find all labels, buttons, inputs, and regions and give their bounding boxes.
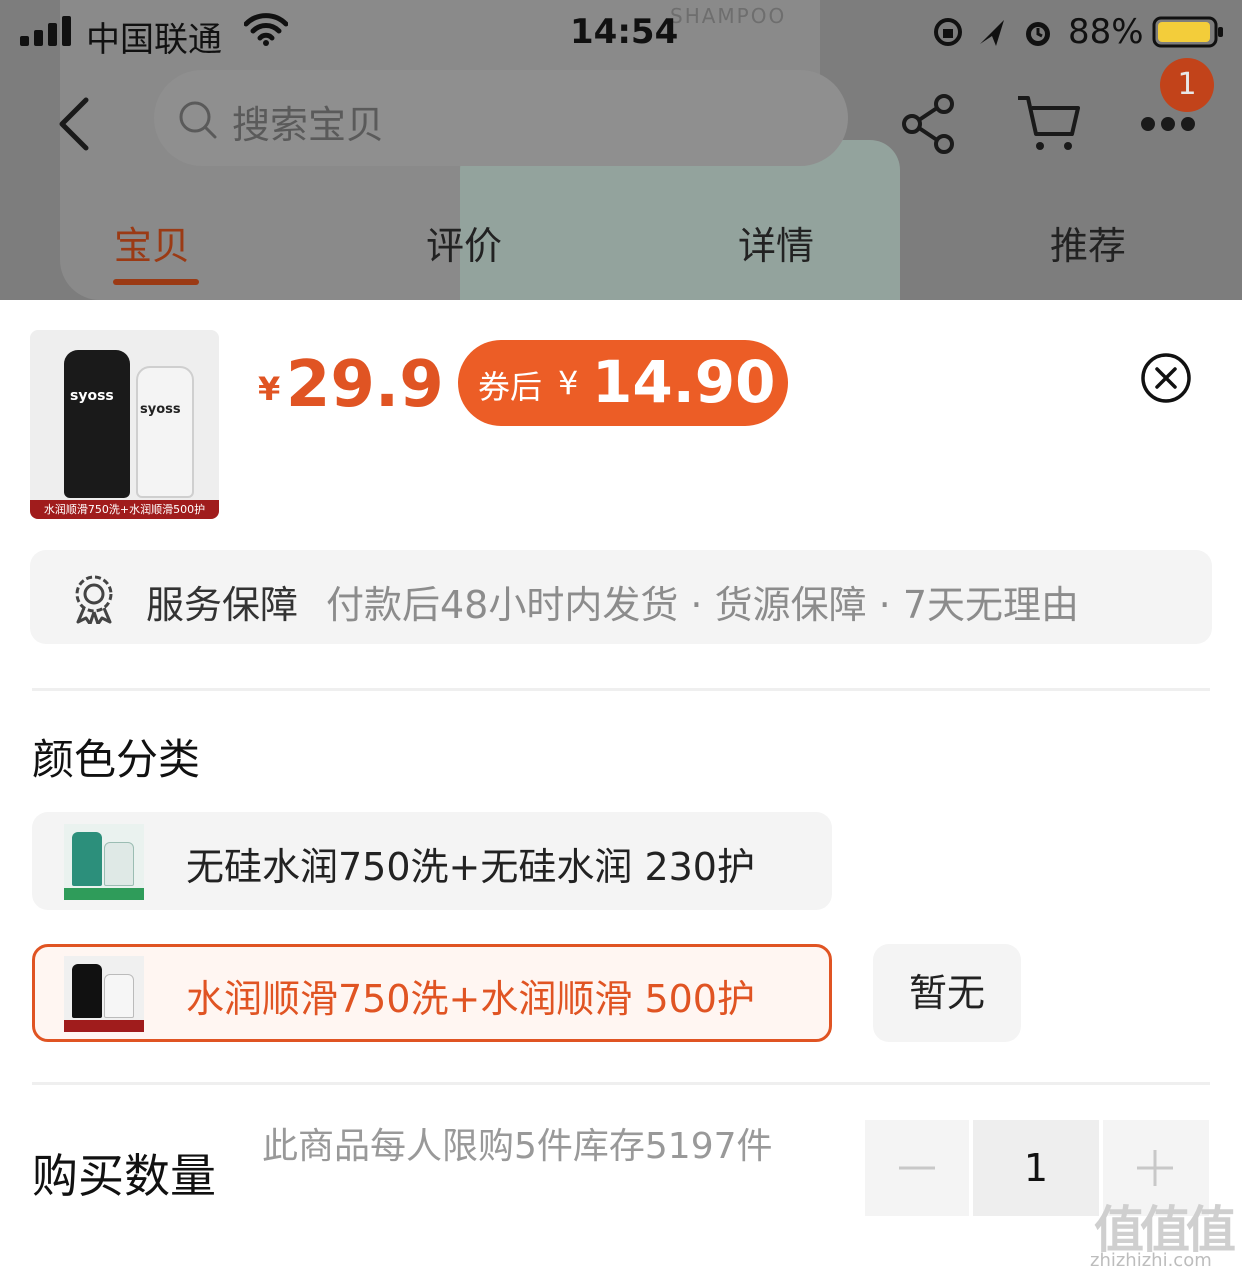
system-status-icons — [934, 18, 1050, 46]
decrease-quantity-button[interactable] — [865, 1120, 969, 1216]
service-details: 付款后48小时内发货 · 货源保障 · 7天无理由 — [326, 583, 1080, 627]
tab-baobei[interactable]: 宝贝 — [114, 215, 190, 270]
battery-icon — [1152, 16, 1223, 48]
carrier-name: 中国联通 — [86, 20, 222, 60]
search-icon — [179, 101, 217, 139]
color-option-silicone-free[interactable]: 无硅水润750洗+无硅水润 230护 — [32, 812, 832, 910]
tab-recommend[interactable]: 推荐 — [1050, 215, 1126, 270]
coupon-price-badge: 券后 ¥ 14.90 — [458, 340, 788, 426]
close-icon[interactable] — [1140, 352, 1192, 404]
status-bar: 中国联通 14:54 88% — [0, 0, 1242, 64]
product-tabs: 宝贝 评价 详情 推荐 — [0, 215, 1242, 295]
product-thumbnail[interactable]: syoss syoss 水润顺滑750洗+水润顺滑500护 — [30, 330, 219, 519]
section-divider — [32, 1082, 1210, 1085]
service-title: 服务保障 — [146, 583, 299, 627]
coupon-currency: ¥ — [558, 364, 579, 402]
more-options-icon[interactable] — [1140, 114, 1196, 134]
option-thumbnail — [64, 824, 144, 900]
minus-icon — [899, 1166, 935, 1170]
cart-count-badge: 1 — [1160, 58, 1214, 112]
background-page: SHAMPOO 中国联通 14:54 88% 搜索宝贝 1 宝贝 评价 详情 推… — [0, 0, 1242, 300]
color-option-unavailable[interactable]: 暂无 — [873, 944, 1021, 1042]
option-tag — [64, 1020, 144, 1032]
watermark-url: zhizhizhi.com — [1090, 1250, 1212, 1271]
option-bottle-b — [104, 842, 134, 886]
plus-icon — [1137, 1150, 1173, 1186]
wifi-icon — [244, 13, 288, 46]
battery-percentage: 88% — [1068, 12, 1144, 52]
tab-reviews[interactable]: 评价 — [426, 215, 502, 270]
option-tag — [64, 888, 144, 900]
option-bottle-a — [72, 964, 102, 1018]
quantity-limit-note: 此商品每人限购5件库存5197件 — [262, 1126, 773, 1167]
option-bottle-b — [104, 974, 134, 1018]
thumbnail-brand-right: syoss — [140, 402, 181, 417]
color-option-moisture-smooth[interactable]: 水润顺滑750洗+水润顺滑 500护 — [32, 944, 832, 1042]
option-bottle-a — [72, 832, 102, 886]
award-badge-icon — [75, 575, 113, 624]
color-section-title: 颜色分类 — [32, 735, 201, 784]
active-tab-indicator — [113, 279, 199, 285]
service-guarantee-bar[interactable]: 服务保障 付款后48小时内发货 · 货源保障 · 7天无理由 — [30, 550, 1212, 644]
clock-time: 14:54 — [570, 12, 679, 52]
search-input[interactable]: 搜索宝贝 — [154, 70, 848, 166]
share-icon[interactable] — [900, 94, 956, 154]
quantity-title: 购买数量 — [32, 1149, 216, 1203]
cellular-signal-icon — [20, 16, 71, 46]
conditioner-bottle-image — [136, 366, 194, 498]
option-thumbnail — [64, 956, 144, 1032]
shopping-cart-icon[interactable] — [1016, 92, 1080, 154]
price-value: 29.9 — [285, 348, 444, 422]
site-watermark: 值值值 zhizhizhi.com — [1090, 1190, 1242, 1277]
tab-details[interactable]: 详情 — [738, 215, 814, 270]
coupon-price-value: 14.90 — [592, 348, 776, 416]
top-navigation-bar: 搜索宝贝 1 — [0, 58, 1242, 174]
quantity-value[interactable]: 1 — [973, 1120, 1099, 1216]
original-price: ¥ 29.9 — [258, 348, 444, 422]
back-arrow-icon[interactable] — [52, 94, 96, 154]
option-label: 无硅水润750洗+无硅水润 230护 — [186, 845, 755, 889]
section-divider — [32, 688, 1210, 691]
thumbnail-caption: 水润顺滑750洗+水润顺滑500护 — [30, 500, 219, 519]
coupon-label: 券后 — [478, 368, 543, 406]
option-label: 水润顺滑750洗+水润顺滑 500护 — [186, 977, 755, 1021]
price-currency: ¥ — [258, 370, 281, 408]
thumbnail-brand-left: syoss — [70, 388, 114, 404]
search-placeholder: 搜索宝贝 — [232, 103, 385, 147]
sku-selection-sheet: syoss syoss 水润顺滑750洗+水润顺滑500护 ¥ 29.9 券后 … — [0, 300, 1242, 1277]
shampoo-bottle-image — [64, 350, 130, 498]
